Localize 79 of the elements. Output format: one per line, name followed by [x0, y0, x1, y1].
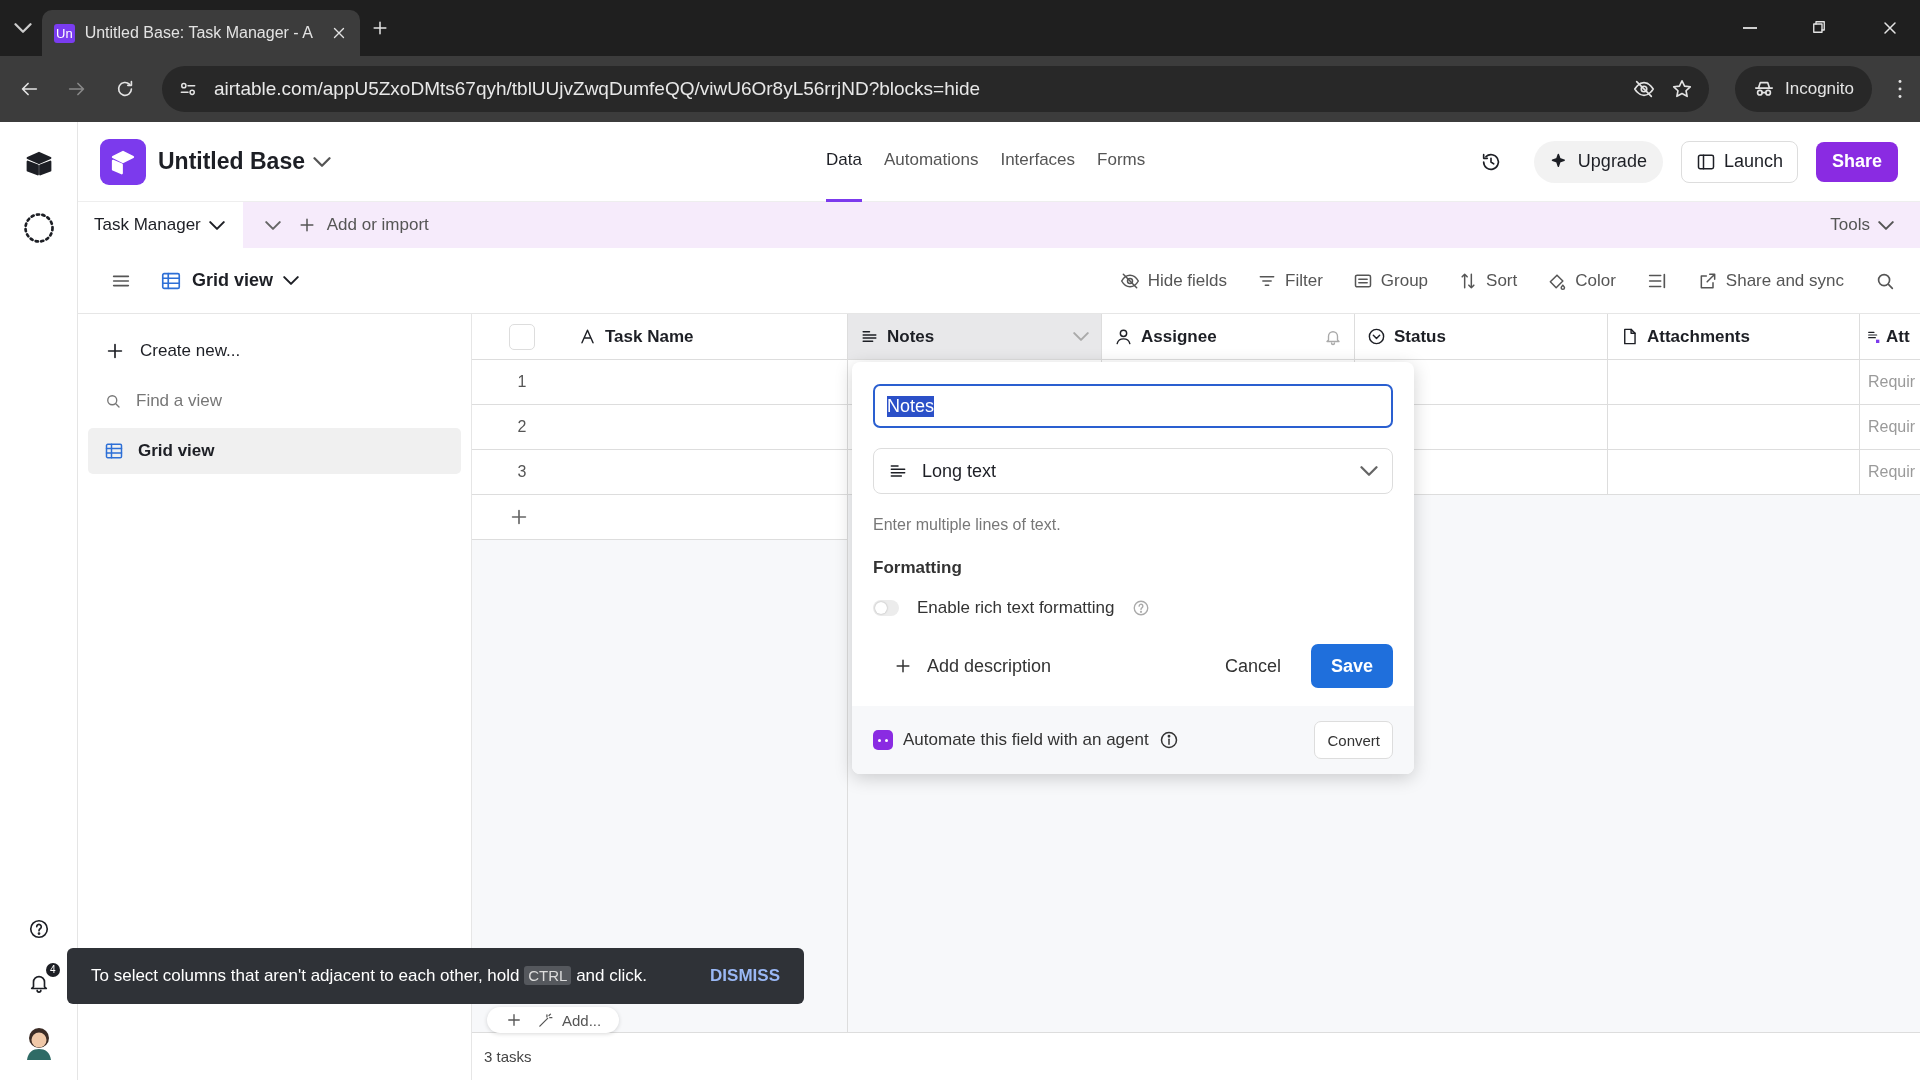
eye-off-icon	[1633, 78, 1655, 100]
find-view-field[interactable]: Find a view	[88, 378, 461, 424]
info-icon	[1158, 730, 1179, 750]
agent-icon	[873, 730, 893, 750]
caret-icon	[1360, 466, 1378, 476]
address-bar[interactable]: airtable.com/appU5ZxoDMts67qyh/tblUUjvZwqDumfeQQ/viwU6Or8yL56rrjND?blocks=hide	[162, 66, 1709, 112]
table-tab[interactable]: Task Manager	[78, 202, 243, 248]
nav-tab[interactable]: Interfaces	[1000, 121, 1076, 202]
placeholder: Find a view	[136, 391, 222, 411]
option-label: Enable rich text formatting	[917, 598, 1115, 618]
row-number: 1	[517, 373, 527, 391]
column-header[interactable]: Attachments	[1608, 314, 1860, 359]
notification-badge: 4	[45, 963, 60, 977]
toolbar-button[interactable]: Hide fields	[1119, 270, 1227, 291]
caret-icon	[1878, 220, 1894, 230]
column-header[interactable]: Att	[1860, 314, 1920, 359]
tools-button[interactable]: Tools	[1830, 215, 1920, 235]
caret-icon	[313, 156, 331, 167]
caret-icon	[1073, 332, 1089, 341]
grid-icon	[104, 441, 124, 461]
tab-favicon: Un	[54, 23, 75, 43]
convert-button[interactable]: Convert	[1314, 721, 1393, 759]
nav-tab[interactable]: Automations	[883, 121, 979, 202]
help-icon	[27, 918, 50, 940]
minimize-icon[interactable]	[1742, 27, 1758, 29]
create-new-button[interactable]: Create new...	[88, 328, 461, 374]
record-count: 3 tasks	[484, 1048, 532, 1065]
browser-tab[interactable]: Un Untitled Base: Task Manager - A	[42, 10, 360, 56]
column-header[interactable]: Assignee	[1102, 314, 1355, 359]
base-logo-icon[interactable]	[100, 138, 146, 185]
toast-message: To select columns that aren't adjacent to each other, hold CTRL and click.	[91, 966, 647, 986]
toolbar-button[interactable]: Filter	[1257, 270, 1323, 291]
table-cell: Requir	[1868, 418, 1916, 436]
field-name-input[interactable]: Notes	[873, 384, 1393, 428]
tab-title: Untitled Base: Task Manager - A	[84, 24, 314, 42]
toolbar-button[interactable]: Sort	[1458, 270, 1518, 291]
help-icon	[1132, 599, 1151, 617]
toolbar-button[interactable]: Color	[1547, 270, 1616, 291]
view-switcher[interactable]: Grid view	[160, 269, 300, 292]
view-item[interactable]: Grid view	[88, 428, 461, 474]
agent-label: Automate this field with an agent	[903, 730, 1149, 750]
dismiss-button[interactable]: DISMISS	[710, 966, 780, 986]
plus-icon	[505, 1011, 523, 1029]
save-button[interactable]: Save	[1310, 644, 1393, 688]
section-title: Formatting	[873, 558, 963, 578]
row-number: 2	[517, 418, 527, 436]
share-button[interactable]: Share	[1815, 141, 1898, 182]
caret-icon	[283, 276, 300, 285]
add-or-import-button[interactable]: Add or import	[296, 215, 429, 235]
star-icon	[1671, 78, 1693, 100]
table-cell: Requir	[1868, 373, 1916, 391]
row-number: 3	[517, 463, 527, 481]
restore-icon	[1810, 18, 1828, 36]
field-type-select[interactable]: Long text	[873, 448, 1393, 494]
select-all-checkbox[interactable]	[509, 323, 535, 350]
dropdown-circle-icon	[1367, 327, 1386, 346]
add-description-button[interactable]: Add description	[873, 655, 1072, 677]
nav-tab[interactable]: Forms	[1097, 121, 1146, 202]
cancel-button[interactable]: Cancel	[1224, 655, 1281, 677]
tab-list-icon	[14, 23, 32, 33]
url-text: airtable.com/appU5ZxoDMts67qyh/tblUUjvZwqDumfeQQ/viwU6Or8yL56rrjND?blocks=hide	[214, 78, 982, 100]
toolbar-button[interactable]: Group	[1352, 270, 1429, 291]
user-icon	[1114, 327, 1133, 346]
launch-button[interactable]: Launch	[1680, 140, 1798, 183]
more-icon[interactable]	[1898, 80, 1902, 98]
table-cell: Requir	[1868, 463, 1916, 481]
toolbar-button[interactable]: Share and sync	[1697, 270, 1844, 291]
field-type-description: Enter multiple lines of text.	[873, 516, 1062, 534]
column-header[interactable]: Notes	[848, 314, 1102, 359]
column-header[interactable]: Status	[1355, 314, 1608, 359]
text-field-icon	[578, 327, 597, 346]
magic-wand-icon	[537, 1011, 554, 1029]
base-name[interactable]: Untitled Base	[158, 148, 305, 175]
toggle-switch[interactable]	[873, 600, 899, 616]
search-icon	[104, 392, 122, 410]
upgrade-button[interactable]: Upgrade	[1533, 140, 1663, 183]
caret-icon	[208, 220, 225, 230]
incognito-button[interactable]: Incognito	[1735, 66, 1872, 112]
caret-icon	[264, 220, 281, 230]
